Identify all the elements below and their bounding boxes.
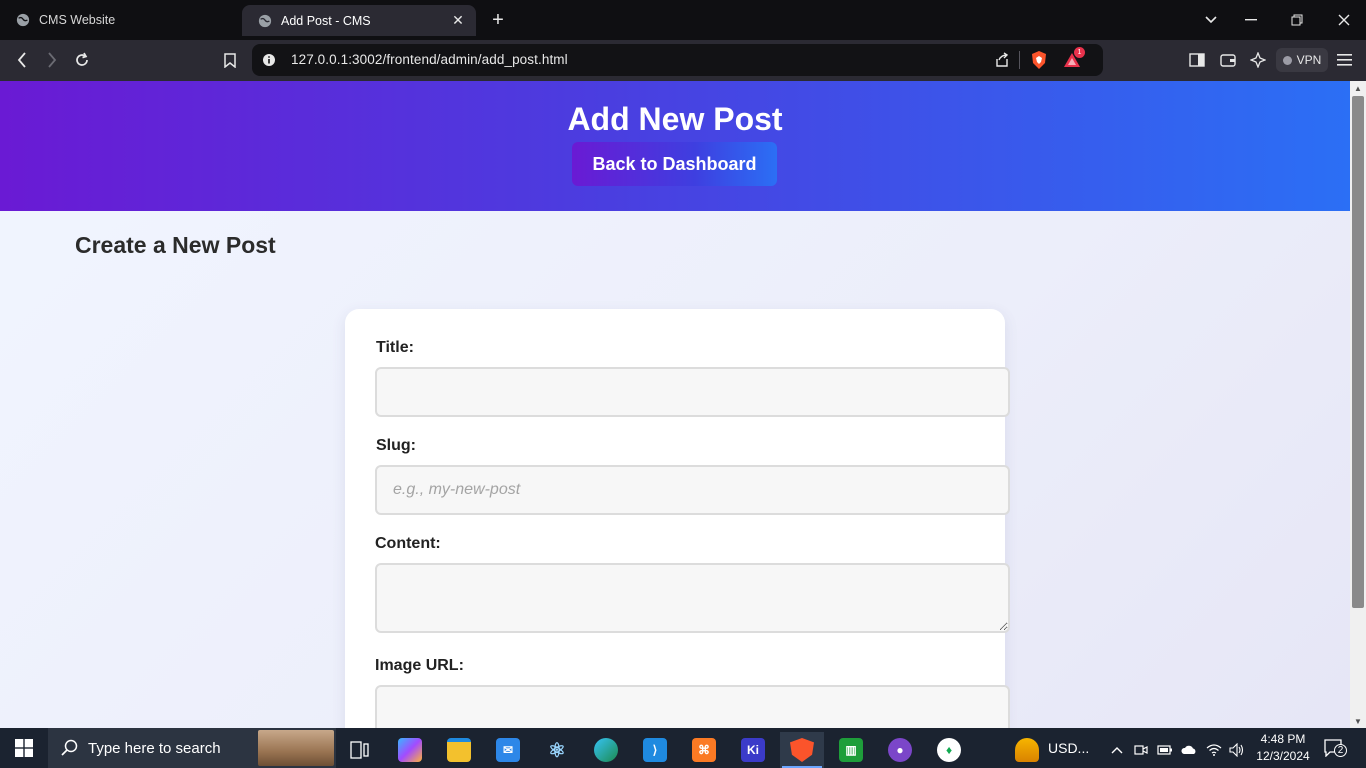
tab-title: CMS Website (39, 12, 116, 27)
globe-icon (16, 13, 30, 26)
xampp-icon[interactable]: ⌘ (682, 732, 726, 768)
back-to-dashboard-button[interactable]: Back to Dashboard (572, 142, 777, 186)
vpn-label: VPN (1296, 53, 1322, 67)
site-info-icon[interactable] (262, 53, 276, 67)
tab-title: Add Post - CMS (281, 13, 371, 28)
globe-icon (258, 14, 272, 27)
search-icon (61, 739, 78, 756)
clock-time: 4:48 PM (1260, 732, 1306, 746)
edge-icon[interactable] (584, 732, 628, 768)
reload-icon[interactable] (71, 49, 93, 71)
clock-date: 12/3/2024 (1256, 749, 1310, 763)
close-window-icon[interactable] (1332, 9, 1356, 31)
tab-search-chevron-icon[interactable] (1199, 9, 1223, 31)
title-label: Title: (376, 339, 414, 356)
notification-center-icon[interactable]: 2 (1324, 738, 1347, 760)
battery-icon[interactable] (1154, 732, 1176, 768)
address-bar[interactable]: 127.0.0.1:3002/frontend/admin/add_post.h… (252, 44, 1103, 76)
page-scrollbar[interactable]: ▲ ▼ (1350, 81, 1366, 728)
page-title: Add New Post (567, 101, 783, 137)
github-icon[interactable]: ● (878, 732, 922, 768)
windows-taskbar: Type here to search ✉ ⚛ ⟩ ⌘ Ki ▥ ● ♦ USD… (0, 728, 1366, 768)
scroll-down-icon[interactable]: ▼ (1350, 714, 1366, 728)
search-highlight-image[interactable] (258, 730, 334, 766)
restore-icon[interactable] (1285, 9, 1309, 31)
divider (1019, 51, 1020, 69)
leo-ai-icon[interactable] (1247, 49, 1269, 71)
slug-input[interactable] (375, 465, 1010, 515)
minimize-icon[interactable] (1239, 9, 1263, 31)
vscode-icon[interactable]: ⟩ (633, 732, 677, 768)
brave-browser-icon[interactable] (780, 732, 824, 768)
menu-icon[interactable] (1333, 49, 1355, 71)
wifi-icon[interactable] (1203, 732, 1225, 768)
section-title: Create a New Post (75, 232, 276, 258)
vpn-status-icon (1282, 55, 1292, 65)
mail-icon[interactable]: ✉ (486, 732, 530, 768)
notification-count: 2 (1334, 744, 1347, 757)
sidebar-icon[interactable] (1186, 49, 1208, 71)
task-view-icon[interactable] (338, 732, 382, 768)
forward-icon[interactable] (41, 49, 63, 71)
close-tab-icon[interactable]: ✕ (450, 12, 466, 29)
search-placeholder: Type here to search (88, 739, 221, 757)
bookmark-icon[interactable] (219, 49, 241, 71)
back-icon[interactable] (11, 49, 33, 71)
show-hidden-icons-icon[interactable] (1106, 732, 1128, 768)
taskbar-search-box[interactable]: Type here to search (48, 728, 336, 768)
vpn-button[interactable]: VPN (1276, 48, 1328, 72)
url-text[interactable]: 127.0.0.1:3002/frontend/admin/add_post.h… (291, 52, 568, 67)
page-viewport: Add New Post Back to Dashboard Create a … (0, 81, 1350, 728)
copilot-icon[interactable] (388, 732, 432, 768)
page-header: Add New Post Back to Dashboard (0, 81, 1350, 211)
new-tab-button[interactable]: + (488, 10, 508, 31)
browser-tab-strip: CMS Website Add Post - CMS ✕ + (0, 0, 1366, 40)
kite-icon[interactable]: Ki (731, 732, 775, 768)
volume-icon[interactable] (1226, 732, 1248, 768)
system-clock[interactable]: 4:48 PM 12/3/2024 (1248, 731, 1318, 765)
meet-now-icon[interactable] (1130, 732, 1152, 768)
windows-start-icon[interactable] (0, 728, 48, 768)
content-textarea[interactable] (375, 563, 1010, 633)
currency-widget-icon[interactable] (1005, 732, 1049, 768)
wallet-icon[interactable] (1217, 49, 1239, 71)
tab-cms-website[interactable]: CMS Website (0, 4, 234, 35)
scrollbar-thumb[interactable] (1352, 96, 1364, 608)
onedrive-icon[interactable] (1178, 732, 1200, 768)
atom-app-icon[interactable]: ⚛ (535, 732, 579, 768)
image-url-input[interactable] (375, 685, 1010, 728)
scroll-up-icon[interactable]: ▲ (1350, 81, 1366, 95)
mongodb-compass-icon[interactable]: ♦ (927, 732, 971, 768)
file-explorer-icon[interactable] (437, 732, 481, 768)
tab-add-post[interactable]: Add Post - CMS ✕ (242, 5, 476, 36)
brave-shields-icon[interactable] (1030, 50, 1048, 70)
image-url-label: Image URL: (375, 657, 464, 674)
content-label: Content: (375, 535, 441, 552)
currency-widget-text[interactable]: USD... (1048, 740, 1089, 756)
title-input[interactable] (375, 367, 1010, 417)
rewards-badge: 1 (1074, 47, 1085, 58)
share-icon[interactable] (994, 52, 1010, 68)
slug-label: Slug: (376, 437, 416, 454)
spreadsheet-app-icon[interactable]: ▥ (829, 732, 873, 768)
browser-toolbar: 127.0.0.1:3002/frontend/admin/add_post.h… (0, 40, 1366, 81)
